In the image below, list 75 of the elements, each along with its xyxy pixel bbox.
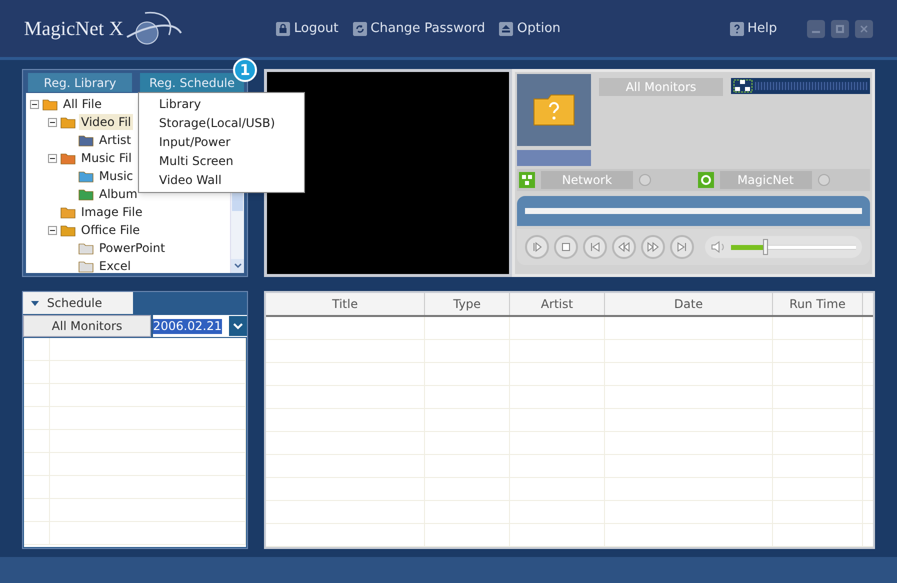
folder-icon bbox=[60, 205, 76, 219]
folder-icon bbox=[78, 187, 94, 201]
folder-icon bbox=[78, 133, 94, 147]
app-logo: MagicNet X bbox=[24, 16, 124, 42]
help-icon bbox=[730, 22, 744, 36]
network-nodes-icon bbox=[733, 79, 753, 93]
tree-item[interactable]: Artist bbox=[97, 132, 134, 148]
menu-item[interactable]: Input/Power bbox=[159, 133, 304, 152]
collapse-toggle[interactable] bbox=[48, 154, 57, 162]
step-badge: 1 bbox=[233, 58, 257, 82]
tree-item[interactable]: PowerPoint bbox=[97, 240, 168, 256]
menu-item[interactable]: Storage(Local/USB) bbox=[159, 114, 304, 133]
lock-icon bbox=[276, 22, 290, 36]
menu-item[interactable]: Video Wall bbox=[159, 171, 304, 190]
tree-item[interactable]: All File bbox=[61, 96, 104, 112]
menu-item[interactable]: Multi Screen bbox=[159, 152, 304, 171]
speaker-icon bbox=[711, 240, 727, 254]
refresh-icon bbox=[698, 172, 714, 188]
maximize-button[interactable] bbox=[831, 20, 849, 38]
scroll-down-icon[interactable] bbox=[234, 263, 242, 269]
minimize-icon bbox=[812, 31, 820, 33]
column-header[interactable]: Run Time bbox=[773, 293, 863, 315]
tree-item[interactable]: Music Fil bbox=[79, 150, 134, 166]
minimize-button[interactable] bbox=[807, 20, 825, 38]
status-label: MagicNet bbox=[720, 171, 812, 189]
caret-icon bbox=[31, 300, 39, 306]
tree-item[interactable]: Excel bbox=[97, 258, 133, 273]
close-icon bbox=[859, 24, 869, 34]
status-light bbox=[639, 174, 651, 186]
tree-item[interactable]: Video Fil bbox=[79, 114, 134, 130]
status-light bbox=[818, 174, 830, 186]
collapse-toggle[interactable] bbox=[30, 100, 39, 108]
menu-item[interactable]: Library bbox=[159, 95, 304, 114]
tab[interactable]: Schedule bbox=[23, 292, 133, 314]
collapse-toggle[interactable] bbox=[48, 226, 57, 234]
stop-button[interactable] bbox=[554, 235, 578, 259]
folder-icon bbox=[60, 151, 76, 165]
toolbar-button[interactable]: Logout bbox=[276, 18, 339, 38]
unknown-folder-icon bbox=[532, 93, 576, 127]
tree-item[interactable]: Album bbox=[97, 186, 140, 202]
dropdown-button[interactable] bbox=[229, 316, 247, 336]
collapse-toggle[interactable] bbox=[48, 118, 57, 126]
toolbar-button[interactable]: Option bbox=[499, 18, 561, 38]
rewind-button[interactable] bbox=[612, 235, 636, 259]
monitor-button[interactable]: All Monitors bbox=[23, 315, 151, 337]
toolbar-button[interactable]: Help bbox=[730, 18, 777, 38]
folder-icon bbox=[78, 241, 94, 255]
eject-icon bbox=[499, 22, 514, 36]
monitor-label: All Monitors bbox=[599, 78, 723, 96]
volume-thumb[interactable] bbox=[762, 239, 768, 255]
network-icon bbox=[519, 172, 535, 188]
folder-icon bbox=[78, 169, 94, 183]
folder-icon bbox=[60, 115, 76, 129]
maximize-icon bbox=[836, 24, 844, 32]
column-header[interactable]: Title bbox=[266, 293, 425, 315]
folder-icon bbox=[78, 259, 94, 273]
column-header[interactable]: Type bbox=[425, 293, 510, 315]
previous-button[interactable] bbox=[583, 235, 607, 259]
close-button[interactable] bbox=[855, 20, 873, 38]
folder-icon bbox=[60, 223, 76, 237]
tree-item[interactable]: Music bbox=[97, 168, 136, 184]
column-header[interactable]: Date bbox=[605, 293, 773, 315]
tree-item[interactable]: Image File bbox=[79, 204, 144, 220]
status-label: Network bbox=[541, 171, 633, 189]
fast-forward-button[interactable] bbox=[641, 235, 665, 259]
next-button[interactable] bbox=[670, 235, 694, 259]
chevron-down-icon bbox=[233, 322, 243, 330]
folder-icon bbox=[42, 97, 58, 111]
date-field[interactable]: 2006.02.21 bbox=[153, 315, 247, 337]
tab[interactable]: Reg. Library bbox=[28, 73, 132, 92]
toolbar-button[interactable]: Change Password bbox=[352, 18, 486, 38]
column-header[interactable]: Artist bbox=[510, 293, 605, 315]
tree-item[interactable]: Office File bbox=[79, 222, 142, 238]
play-pause-button[interactable] bbox=[525, 235, 549, 259]
refresh-icon bbox=[352, 22, 367, 36]
